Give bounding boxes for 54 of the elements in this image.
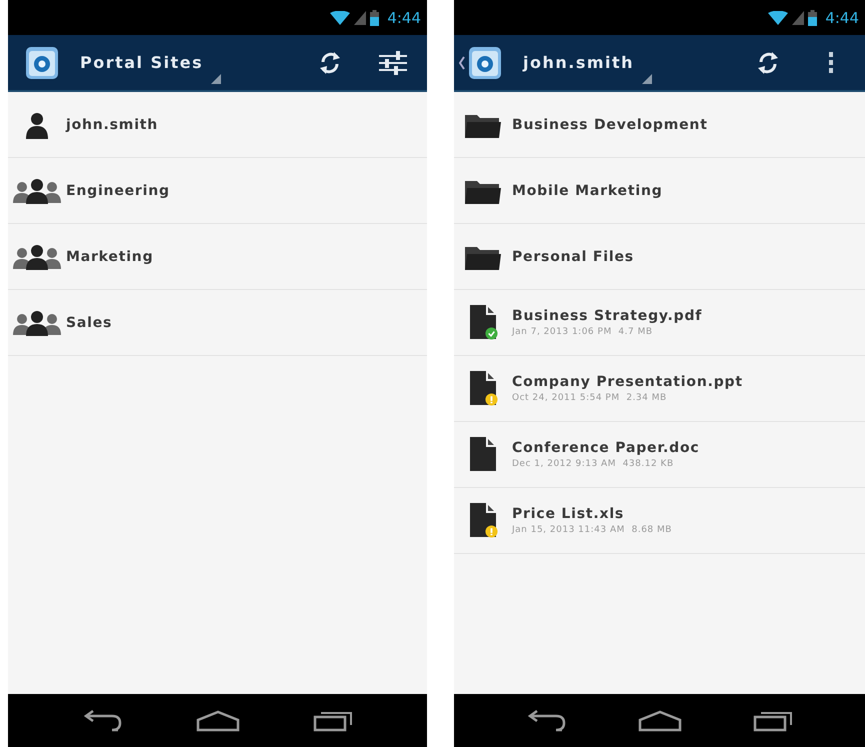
list-item[interactable]: Sales — [8, 290, 427, 356]
group-icon — [13, 310, 61, 336]
settings-icon — [379, 48, 407, 76]
home-button[interactable] — [638, 710, 682, 732]
list-item[interactable]: john.smith — [8, 92, 427, 158]
signal-icon — [792, 10, 804, 24]
home-button[interactable] — [196, 710, 240, 732]
item-label: Price List.xls — [512, 506, 626, 522]
back-button[interactable] — [82, 710, 122, 732]
app-icon[interactable] — [24, 44, 60, 80]
overflow-menu-icon — [829, 52, 833, 73]
item-label: john.smith — [66, 116, 158, 132]
action-bar-title[interactable]: john.smith — [523, 53, 634, 72]
file-details: Jan 7, 2013 1:06 PM 4.7 MB — [512, 327, 654, 337]
dropdown-corner-icon[interactable] — [211, 74, 222, 84]
dropdown-corner-icon[interactable] — [642, 74, 652, 84]
file-details: Dec 1, 2012 9:13 AM 438.12 KB — [512, 459, 675, 469]
clock-time: 4:44 — [387, 8, 421, 26]
wifi-icon — [330, 10, 350, 24]
back-button[interactable] — [526, 710, 566, 732]
item-label: Business Development — [512, 116, 708, 132]
item-label: Marketing — [66, 248, 154, 264]
item-label: Conference Paper.doc — [512, 440, 700, 456]
recent-apps-button[interactable] — [313, 710, 354, 732]
recent-apps-button[interactable] — [753, 710, 794, 732]
list-item[interactable]: Personal Files — [454, 224, 865, 290]
group-icon — [13, 244, 61, 270]
item-label: Personal Files — [512, 248, 634, 264]
list-item[interactable]: Engineering — [8, 158, 427, 224]
item-label: Sales — [66, 314, 112, 330]
item-label: Mobile Marketing — [512, 182, 663, 198]
document-icon — [468, 436, 498, 473]
list-item[interactable]: Mobile Marketing — [454, 158, 865, 224]
clock-time: 4:44 — [825, 8, 859, 26]
list-item[interactable]: Marketing — [8, 224, 427, 290]
signal-icon — [354, 10, 366, 24]
file-details: Oct 24, 2011 5:54 PM 2.34 MB — [512, 393, 668, 403]
back-chevron-icon[interactable] — [459, 56, 465, 70]
list-item[interactable]: Business Development — [454, 92, 865, 158]
battery-icon — [808, 10, 818, 26]
item-label: Company Presentation.ppt — [512, 374, 743, 390]
group-icon — [13, 178, 61, 204]
list-item[interactable]: Conference Paper.doc Dec 1, 2012 9:13 AM 438.12 KB — [454, 422, 865, 488]
list-item[interactable]: Company Presentation.ppt Oct 24, 2011 5:54 PM 2.34 MB — [454, 356, 865, 422]
wifi-icon — [768, 10, 788, 24]
action-bar-title[interactable]: Portal Sites — [80, 53, 204, 72]
battery-icon — [370, 10, 380, 26]
item-label: Engineering — [66, 182, 170, 198]
list-item[interactable]: Business Strategy.pdf Jan 7, 2013 1:06 PM 4.7 MB — [454, 290, 865, 356]
item-label: Business Strategy.pdf — [512, 308, 702, 324]
person-icon — [24, 110, 50, 138]
list-item[interactable]: Price List.xls Jan 15, 2013 11:43 AM 8.68 MB — [454, 488, 865, 554]
app-icon[interactable] — [467, 44, 503, 80]
file-details: Jan 15, 2013 11:43 AM 8.68 MB — [512, 525, 672, 535]
